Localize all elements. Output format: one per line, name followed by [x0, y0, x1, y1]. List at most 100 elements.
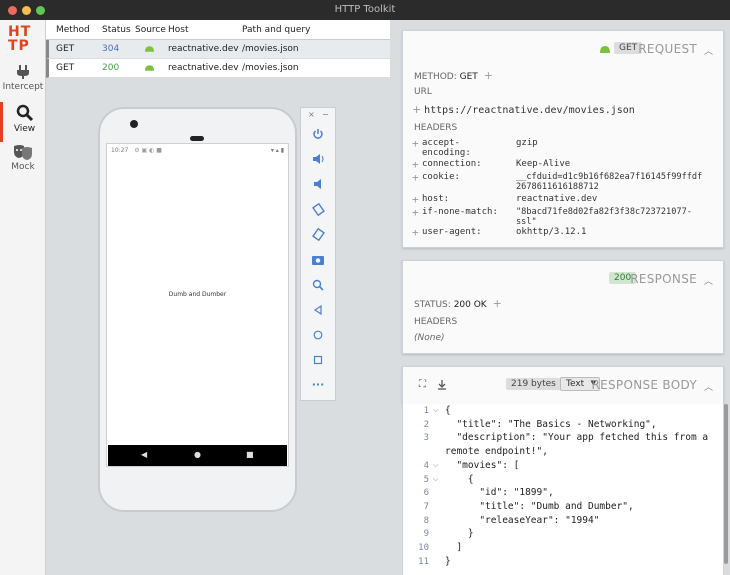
method-row: METHOD: GET + [414, 69, 493, 82]
table-row[interactable]: GET 200 reactnative.dev /movies.json [46, 59, 390, 78]
header-key: connection: [422, 159, 482, 169]
status-row: STATUS: 200 OK + [414, 297, 502, 310]
line-number: 8 [423, 515, 429, 526]
header-row: + connection: Keep-Alive [412, 158, 722, 172]
row-status: 200 [102, 63, 120, 73]
row-path: /movies.json [242, 63, 299, 73]
rotate-right-icon[interactable] [301, 228, 335, 241]
app-logo[interactable]: HT TP [8, 25, 31, 53]
editor-scrollbar[interactable] [724, 404, 728, 564]
window-title: HTTP Toolkit [334, 4, 396, 15]
plus-icon[interactable]: + [484, 69, 493, 82]
more-options-icon[interactable]: ··· [301, 378, 335, 391]
android-status-bar: 10:27 ⚙ ▣ ◐ ■ ▾ ▴ ▮ [107, 144, 288, 158]
back-icon[interactable] [301, 305, 335, 315]
expand-icon[interactable]: ⛶ [419, 379, 426, 390]
minimize-window-button[interactable] [22, 6, 31, 15]
column-source[interactable]: Source [135, 20, 166, 40]
plus-icon[interactable]: + [412, 206, 419, 219]
column-host[interactable]: Host [168, 20, 189, 40]
home-icon[interactable] [301, 330, 335, 340]
fold-chevron-icon[interactable]: ⌵ [433, 475, 438, 484]
code-line: "movies": [ [445, 459, 520, 471]
fold-chevron-icon[interactable]: ⌵ [433, 461, 438, 470]
sidebar-item-intercept[interactable]: Intercept [0, 62, 46, 102]
volume-up-icon[interactable] [301, 153, 335, 165]
column-method[interactable]: Method [56, 20, 90, 40]
header-row: + user-agent: okhttp/3.12.1 [412, 226, 722, 240]
table-row[interactable]: GET 304 reactnative.dev /movies.json [46, 40, 390, 59]
notification-icons: ⚙ ▣ ◐ ■ [134, 147, 162, 154]
logo-line-2: TP [8, 38, 30, 54]
plus-icon[interactable]: + [412, 193, 419, 206]
recent-apps-nav-icon[interactable]: ■ [246, 451, 254, 459]
url-value: https://reactnative.dev/movies.json [424, 105, 635, 116]
request-section-title[interactable]: REQUEST [638, 42, 697, 56]
method-value: GET [459, 72, 478, 82]
plus-icon[interactable]: + [493, 297, 502, 310]
collapse-chevron-icon[interactable]: ︿ [704, 44, 713, 57]
line-number: 11 [418, 556, 429, 567]
request-list: Method Status Source Host Path and query… [46, 20, 390, 78]
row-host: reactnative.dev [168, 63, 239, 73]
download-icon[interactable] [437, 380, 447, 390]
response-body-editor[interactable]: 1 ⌵ {2 "title": "The Basics - Networking",… [402, 404, 724, 575]
status-label: STATUS: [414, 300, 451, 310]
rotate-left-icon[interactable] [301, 203, 335, 216]
header-value: okhttp/3.12.1 [516, 227, 587, 237]
back-nav-icon[interactable]: ◀ [141, 451, 147, 459]
header-value: reactnative.dev [516, 194, 598, 204]
power-icon[interactable] [301, 128, 335, 140]
plus-icon[interactable]: + [412, 103, 421, 116]
volume-down-icon[interactable] [301, 178, 335, 190]
row-status: 304 [102, 44, 120, 54]
zoom-icon[interactable] [301, 279, 335, 291]
collapse-chevron-icon[interactable]: ︿ [704, 380, 713, 393]
plus-icon[interactable]: + [412, 171, 419, 184]
emulator-screen[interactable]: 10:27 ⚙ ▣ ◐ ■ ▾ ▴ ▮ Dumb and Dumber ◀ ● … [106, 143, 289, 467]
response-body-section-title[interactable]: RESPONSE BODY [592, 378, 698, 392]
column-path[interactable]: Path and query [242, 20, 310, 40]
request-list-header: Method Status Source Host Path and query [46, 20, 390, 40]
plus-icon[interactable]: + [412, 137, 419, 150]
plus-icon[interactable]: + [412, 226, 419, 239]
line-number: 7 [423, 501, 429, 512]
plus-icon[interactable]: + [412, 158, 419, 171]
code-line: "id": "1899", [445, 487, 554, 499]
response-card: 200 RESPONSE ︿ STATUS: 200 OK + HEADERS … [402, 260, 724, 354]
response-section-title[interactable]: RESPONSE [630, 272, 697, 286]
code-line: remote endpoint!", [445, 446, 548, 458]
minimize-emulator-icon[interactable]: − [322, 110, 329, 119]
collapse-chevron-icon[interactable]: ︿ [704, 274, 713, 287]
line-number: 10 [418, 543, 429, 553]
emulator-toolbar: × − ··· [300, 107, 336, 401]
android-nav-bar: ◀ ● ■ [108, 445, 287, 466]
url-label: URL [414, 87, 432, 97]
headers-none: (None) [414, 333, 445, 343]
maximize-window-button[interactable] [36, 6, 45, 15]
sidebar: HT TP Intercept View Mock [0, 20, 46, 575]
sidebar-item-mock[interactable]: Mock [0, 142, 46, 182]
code-line: } [445, 555, 451, 567]
sidebar-item-view[interactable]: View [0, 102, 46, 142]
home-nav-icon[interactable]: ● [194, 451, 201, 459]
line-number: 5 [423, 474, 429, 485]
header-row: + cookie: __cfduid=d1c9b16f682ea7f16145f… [412, 171, 722, 196]
close-window-button[interactable] [8, 6, 17, 15]
close-emulator-icon[interactable]: × [308, 110, 315, 119]
row-method: GET [56, 44, 75, 54]
code-line: "title": "Dumb and Dumber", [445, 500, 634, 512]
camera-lens [130, 120, 138, 128]
camera-icon[interactable] [301, 254, 335, 265]
line-number: 6 [423, 488, 429, 499]
line-number: 9 [423, 529, 429, 540]
overview-icon[interactable] [301, 355, 335, 365]
headers-label: HEADERS [414, 123, 458, 133]
body-size-badge: 219 bytes [506, 378, 561, 390]
header-row: + host: reactnative.dev [412, 193, 722, 207]
code-line: { [445, 405, 451, 416]
fold-chevron-icon[interactable]: ⌵ [433, 406, 438, 415]
line-number: 2 [423, 419, 429, 430]
column-status[interactable]: Status [102, 20, 131, 40]
code-line: ] [445, 542, 463, 553]
